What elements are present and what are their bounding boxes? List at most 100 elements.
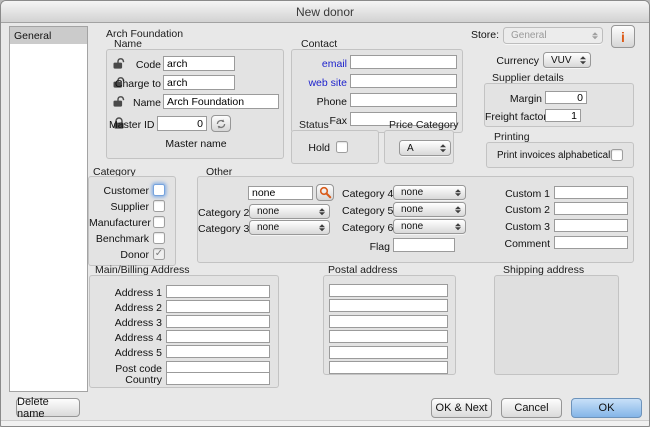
currency-select[interactable]: VUV xyxy=(543,52,591,68)
print-alpha-label: Print invoices alphabetically xyxy=(497,150,605,161)
supplier-checkbox[interactable] xyxy=(153,200,165,212)
address2-label: Address 2 xyxy=(90,302,162,314)
supplier-label: Supplier xyxy=(89,201,149,213)
address2-input[interactable] xyxy=(166,300,270,313)
category5-select[interactable]: none xyxy=(393,202,466,217)
master-id-label: Master ID xyxy=(109,119,154,131)
code-input[interactable] xyxy=(163,56,235,71)
window-title: New donor xyxy=(296,5,354,19)
phone-label: Phone xyxy=(297,96,347,108)
category-group-box: Customer Supplier Manufacturer Benchmark… xyxy=(88,176,176,266)
freight-factor-label: Freight factor xyxy=(485,111,542,123)
dropdown-arrows-icon xyxy=(440,144,446,152)
sidebar-list: General xyxy=(9,26,88,392)
ok-next-button[interactable]: OK & Next xyxy=(431,398,492,418)
email-link-label[interactable]: email xyxy=(297,58,347,70)
custom1-label: Custom 1 xyxy=(498,188,550,200)
supplier-details-group-box: Margin Freight factor xyxy=(484,83,634,127)
magnifier-icon xyxy=(319,186,332,199)
custom2-input[interactable] xyxy=(554,202,628,215)
donor-checkbox[interactable]: ✓ xyxy=(153,248,165,260)
customer-label: Customer xyxy=(89,185,149,197)
postal-line5-input[interactable] xyxy=(329,346,448,359)
address4-label: Address 4 xyxy=(90,332,162,344)
info-button[interactable]: i xyxy=(611,25,635,48)
address3-label: Address 3 xyxy=(90,317,162,329)
cancel-button[interactable]: Cancel xyxy=(501,398,562,418)
unlock-icon[interactable] xyxy=(113,95,127,107)
postal-line4-input[interactable] xyxy=(329,330,448,343)
phone-input[interactable] xyxy=(350,93,457,107)
category2-label: Category 2 xyxy=(198,207,246,219)
address5-input[interactable] xyxy=(166,345,270,358)
margin-label: Margin xyxy=(490,93,542,105)
address3-input[interactable] xyxy=(166,315,270,328)
postal-line3-input[interactable] xyxy=(329,315,448,328)
flag-label: Flag xyxy=(342,241,390,253)
manufacturer-checkbox[interactable] xyxy=(153,216,165,228)
delete-name-button[interactable]: Delete name xyxy=(16,398,80,417)
new-donor-dialog: New donor General Delete name Arch Found… xyxy=(0,0,650,427)
refresh-master-id-button[interactable] xyxy=(211,115,231,132)
web-site-input[interactable] xyxy=(350,74,457,88)
hold-checkbox[interactable] xyxy=(336,141,348,153)
hold-label: Hold xyxy=(300,142,330,154)
printing-group-box: Print invoices alphabetically xyxy=(486,142,634,168)
sidebar-item-general[interactable]: General xyxy=(10,27,87,44)
ok-button[interactable]: OK xyxy=(571,398,642,418)
category6-label: Category 6 xyxy=(342,222,390,234)
dropdown-arrows-icon xyxy=(580,56,586,64)
print-alpha-checkbox[interactable] xyxy=(611,149,623,161)
store-label: Store: xyxy=(459,29,499,41)
postal-line6-input[interactable] xyxy=(329,361,448,374)
country-input[interactable] xyxy=(166,372,270,385)
name-input[interactable] xyxy=(163,94,279,109)
custom3-input[interactable] xyxy=(554,219,628,232)
custom1-input[interactable] xyxy=(554,186,628,199)
category3-label: Category 3 xyxy=(198,223,246,235)
flag-input[interactable] xyxy=(393,238,455,252)
unlock-icon[interactable] xyxy=(113,57,127,69)
name-label: Name xyxy=(127,97,161,109)
category2-select[interactable]: none xyxy=(249,204,330,219)
comment-input[interactable] xyxy=(554,236,628,249)
web-site-link-label[interactable]: web site xyxy=(297,77,347,89)
title-bar[interactable]: New donor xyxy=(1,1,649,23)
benchmark-label: Benchmark xyxy=(89,233,149,245)
address1-input[interactable] xyxy=(166,285,270,298)
currency-label: Currency xyxy=(495,55,539,67)
email-input[interactable] xyxy=(350,55,457,69)
category1-lookup-button[interactable] xyxy=(316,184,334,201)
category3-select[interactable]: none xyxy=(249,220,330,235)
category4-label: Category 4 xyxy=(342,188,390,200)
price-category-select[interactable]: A xyxy=(399,140,451,156)
customer-checkbox[interactable] xyxy=(153,184,165,196)
custom3-label: Custom 3 xyxy=(498,221,550,233)
dropdown-arrows-icon xyxy=(455,223,461,231)
category1-search-input[interactable] xyxy=(248,186,313,200)
manufacturer-label: Manufacturer xyxy=(89,217,149,229)
charge-to-input[interactable] xyxy=(163,75,235,90)
category4-select[interactable]: none xyxy=(393,185,466,200)
category6-select[interactable]: none xyxy=(393,219,466,234)
shipping-group-box xyxy=(494,275,619,375)
freight-factor-input[interactable] xyxy=(545,109,581,122)
price-category-group-box: A xyxy=(384,130,454,164)
store-select: General xyxy=(503,27,603,44)
address4-input[interactable] xyxy=(166,330,270,343)
address5-label: Address 5 xyxy=(90,347,162,359)
sidebar-item-label: General xyxy=(14,30,51,42)
country-label: Country xyxy=(90,374,162,386)
margin-input[interactable] xyxy=(545,91,587,104)
postal-line1-input[interactable] xyxy=(329,284,448,297)
benchmark-checkbox[interactable] xyxy=(153,232,165,244)
comment-label: Comment xyxy=(496,238,550,250)
category5-label: Category 5 xyxy=(342,205,390,217)
charge-to-label: Charge to xyxy=(113,78,161,90)
master-id-input[interactable] xyxy=(157,116,207,131)
status-group-box: Hold xyxy=(291,130,379,164)
dropdown-arrows-icon xyxy=(455,206,461,214)
refresh-icon xyxy=(215,118,227,130)
postal-line2-input[interactable] xyxy=(329,299,448,312)
billing-group-box: Address 1 Address 2 Address 3 Address 4 … xyxy=(89,275,279,388)
